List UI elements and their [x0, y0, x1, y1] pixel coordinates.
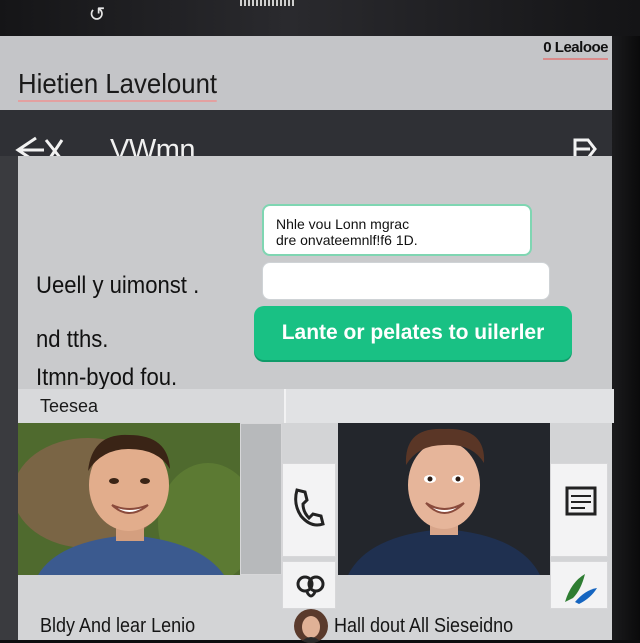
side-tile-phone[interactable] — [282, 463, 336, 557]
gallery: Bldy And lear Lenio Hall dout All Siesei… — [18, 423, 612, 643]
gallery-caption-2: Hall dout All Sieseidno — [334, 615, 514, 637]
avatar-image — [294, 609, 328, 643]
status-text: 0 Lealooe — [543, 38, 608, 60]
section-header-right — [284, 389, 614, 423]
device-top-bezel: ↺ — [0, 0, 640, 36]
photo-card-2[interactable] — [338, 423, 550, 575]
body-text-line-1: Ueell y uimonst . — [36, 272, 200, 299]
side-tile-document[interactable] — [550, 463, 608, 557]
body-text-line-3: Itmn-byod fou. — [36, 364, 178, 391]
status-bar: 0 Lealooe — [0, 36, 612, 60]
gallery-caption-1: Bldy And lear Lenio — [40, 615, 196, 637]
body-text-line-2: nd tths. — [36, 326, 109, 353]
primary-action-button[interactable]: Lante or pelates to uilerler — [254, 306, 572, 360]
app-title-bar: Hietien Lavelount — [0, 60, 612, 110]
info-card-line-2: dre onvateemnlf!f6 1D. — [276, 232, 418, 248]
camera-icon: ↺ — [88, 4, 106, 26]
info-card: Nhle vou Lonn mgrac dre onvateemnlf!f6 1… — [262, 204, 532, 256]
side-tile-plant[interactable] — [550, 561, 608, 609]
info-card-line-1: Nhle vou Lonn mgrac — [276, 216, 410, 232]
app-title: Hietien Lavelount — [18, 68, 218, 102]
plant-icon — [565, 574, 597, 604]
left-edge-strip — [0, 156, 18, 640]
gallery-spacer — [240, 423, 282, 575]
side-tile-sticker[interactable] — [282, 561, 336, 609]
section-label: Teesea — [40, 396, 99, 416]
avatar — [294, 609, 328, 643]
text-input[interactable] — [262, 262, 550, 300]
document-icon — [565, 486, 597, 516]
phone-icon — [294, 488, 325, 527]
section-header: Teesea — [18, 389, 614, 423]
sticker-icon — [296, 575, 325, 598]
device-side-bezel — [612, 36, 640, 640]
speaker-grille — [240, 0, 296, 6]
portrait-photo-1 — [18, 423, 240, 575]
photo-card-1[interactable] — [18, 423, 240, 575]
portrait-photo-2 — [338, 423, 550, 575]
